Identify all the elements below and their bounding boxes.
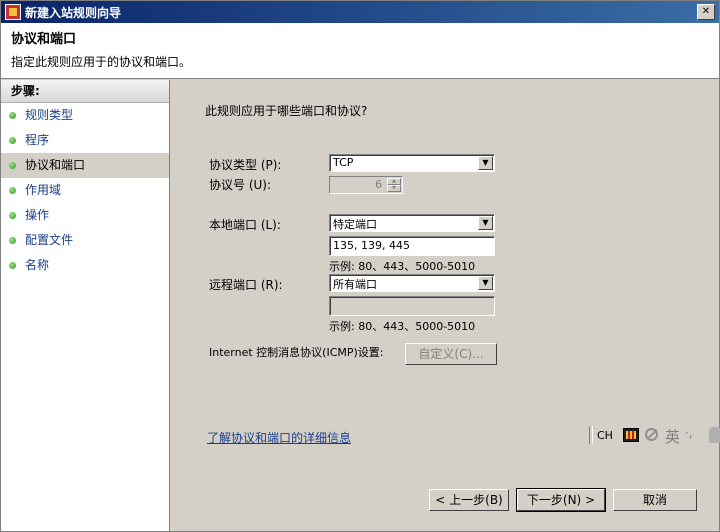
protocol-number-label: 协议号 (U):	[209, 178, 272, 192]
close-button[interactable]: ✕	[697, 4, 715, 20]
cancel-button[interactable]: 取消	[613, 489, 697, 511]
punctuation-mode[interactable]: ·,	[685, 426, 693, 440]
disabled-icon[interactable]	[645, 428, 658, 441]
remote-port-input[interactable]	[329, 296, 495, 316]
app-icon	[5, 4, 21, 20]
local-port-select-value: 特定端口	[333, 218, 377, 231]
step-protocol-ports[interactable]: 协议和端口	[1, 153, 169, 178]
language-bar: CH 英 ·,	[589, 424, 720, 448]
local-port-example: 示例: 80、443、5000-5010	[329, 260, 476, 273]
wizard-header: 协议和端口 指定此规则应用于的协议和端口。	[1, 23, 719, 79]
step-label: 配置文件	[25, 233, 74, 247]
step-scope[interactable]: 作用域	[1, 178, 169, 203]
step-label: 操作	[25, 208, 50, 222]
icmp-label: Internet 控制消息协议(ICMP)设置:	[209, 346, 384, 359]
keyboard-icon[interactable]	[623, 428, 639, 442]
question-text: 此规则应用于哪些端口和协议?	[205, 104, 368, 118]
learn-more-link[interactable]: 了解协议和端口的详细信息	[207, 429, 351, 446]
step-label: 名称	[25, 258, 50, 272]
customize-button[interactable]: 自定义(C)...	[405, 343, 497, 365]
step-label: 程序	[25, 133, 50, 147]
step-rule-type[interactable]: 规则类型	[1, 103, 169, 128]
green-bullet-icon	[9, 162, 16, 169]
protocol-type-select[interactable]: TCP ▼	[329, 154, 495, 172]
protocol-type-label: 协议类型 (P):	[209, 158, 282, 172]
content-area: 此规则应用于哪些端口和协议? 协议类型 (P): TCP ▼ 协议号 (U): …	[171, 80, 719, 531]
green-bullet-icon	[9, 237, 16, 244]
step-program[interactable]: 程序	[1, 128, 169, 153]
steps-heading: 步骤:	[1, 80, 169, 103]
next-button[interactable]: 下一步(N) >	[516, 488, 606, 512]
green-bullet-icon	[9, 187, 16, 194]
window-title: 新建入站规则向导	[25, 6, 122, 20]
chevron-down-icon[interactable]: ▼	[478, 216, 493, 230]
chevron-down-icon[interactable]: ▼	[478, 156, 493, 170]
remote-port-label: 远程端口 (R):	[209, 278, 283, 292]
back-button[interactable]: < 上一步(B)	[429, 489, 509, 511]
language-indicator[interactable]: CH	[597, 429, 613, 442]
protocol-number-value: 6	[375, 178, 382, 191]
ime-mode[interactable]: 英	[665, 426, 680, 447]
step-label: 规则类型	[25, 108, 74, 122]
user-icon[interactable]	[709, 427, 720, 443]
grip-handle[interactable]	[589, 426, 593, 444]
green-bullet-icon	[9, 112, 16, 119]
local-port-label: 本地端口 (L):	[209, 218, 281, 232]
remote-port-select-value: 所有端口	[333, 278, 377, 291]
protocol-type-value: TCP	[333, 156, 354, 169]
green-bullet-icon	[9, 212, 16, 219]
spin-down-icon[interactable]: ▼	[387, 185, 401, 192]
chevron-down-icon[interactable]: ▼	[478, 276, 493, 290]
step-label: 协议和端口	[25, 158, 86, 172]
spin-up-icon[interactable]: ▲	[387, 178, 401, 185]
protocol-number-spinner[interactable]: 6 ▲ ▼	[329, 176, 403, 194]
green-bullet-icon	[9, 137, 16, 144]
local-port-input[interactable]: 135, 139, 445	[329, 236, 495, 256]
step-profile[interactable]: 配置文件	[1, 228, 169, 253]
wizard-window: 新建入站规则向导 ✕ 协议和端口 指定此规则应用于的协议和端口。 步骤: 规则类…	[0, 0, 720, 532]
step-label: 作用域	[25, 183, 62, 197]
step-name[interactable]: 名称	[1, 253, 169, 278]
remote-port-select[interactable]: 所有端口 ▼	[329, 274, 495, 292]
step-action[interactable]: 操作	[1, 203, 169, 228]
steps-panel: 步骤: 规则类型 程序 协议和端口 作用域 操作 配置文件 名称	[1, 80, 170, 531]
remote-port-example: 示例: 80、443、5000-5010	[329, 320, 476, 333]
local-port-select[interactable]: 特定端口 ▼	[329, 214, 495, 232]
page-title: 协议和端口	[11, 32, 77, 47]
page-subtitle: 指定此规则应用于的协议和端口。	[11, 55, 192, 69]
title-bar[interactable]: 新建入站规则向导 ✕	[1, 1, 719, 23]
green-bullet-icon	[9, 262, 16, 269]
